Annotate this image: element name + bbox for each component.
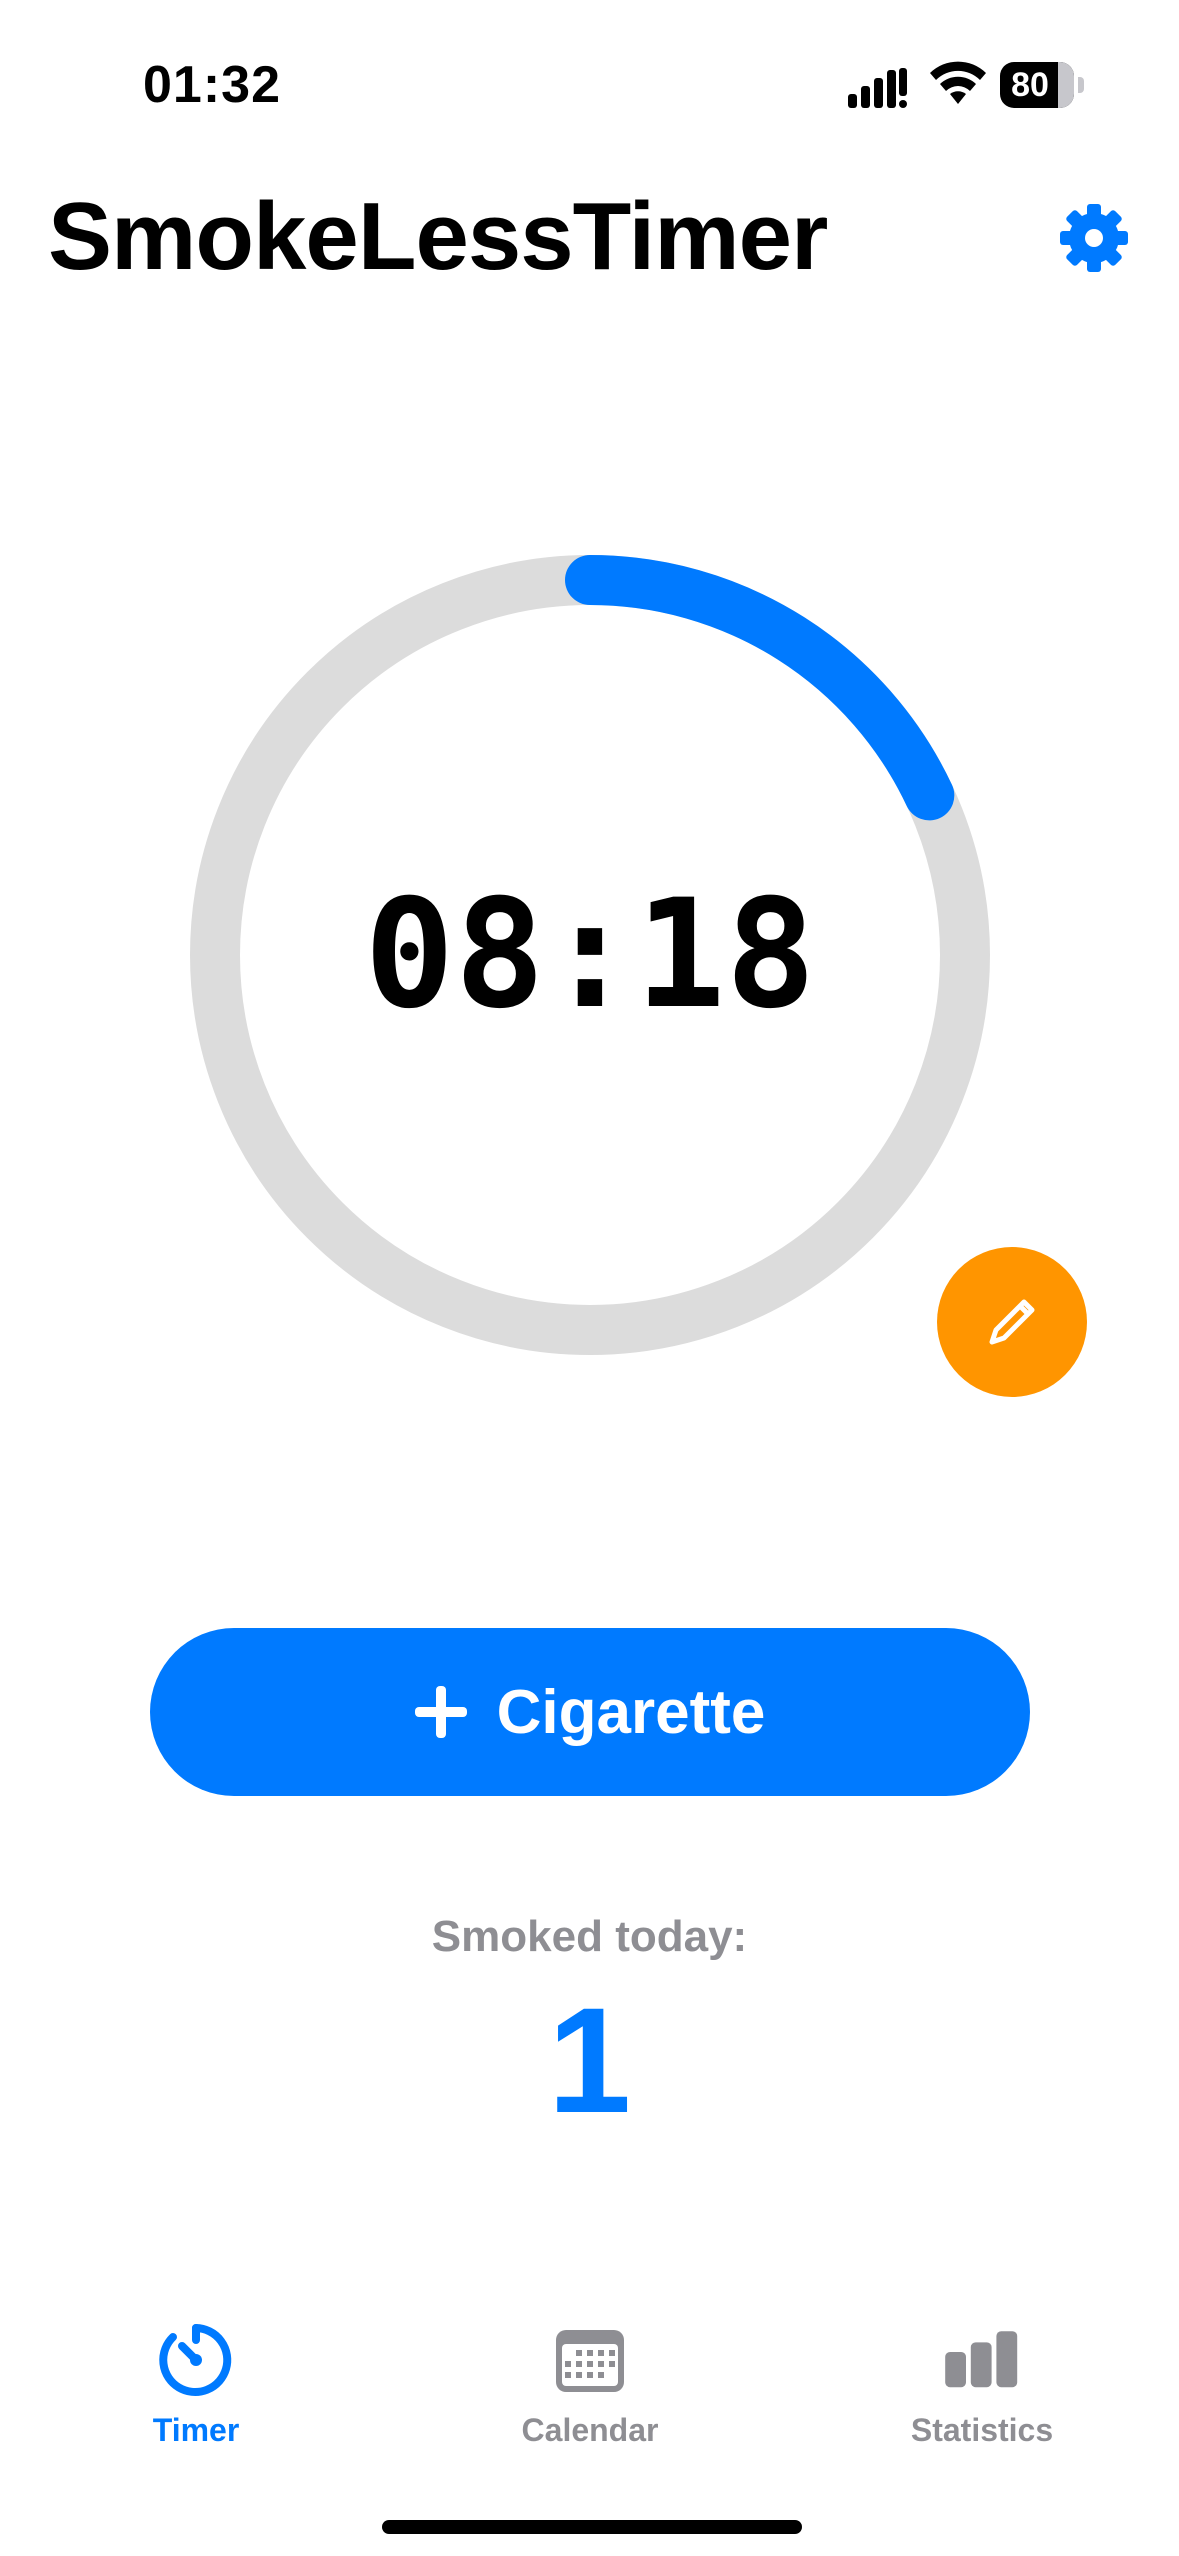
tab-statistics[interactable]: Statistics xyxy=(872,2320,1092,2470)
timer-icon xyxy=(159,2324,232,2396)
smoked-today-label: Smoked today: xyxy=(431,1912,748,1961)
tab-timer-label: Timer xyxy=(152,2412,240,2448)
settings-button[interactable] xyxy=(1058,202,1130,274)
gear-icon xyxy=(1060,204,1128,272)
tab-calendar-label: Calendar xyxy=(521,2412,659,2448)
status-time: 01:32 xyxy=(143,56,281,114)
pencil-icon xyxy=(989,1299,1035,1345)
calendar-icon xyxy=(556,2330,624,2392)
tab-statistics-label: Statistics xyxy=(910,2412,1054,2448)
wifi-icon xyxy=(930,61,986,104)
cellular-signal-icon xyxy=(848,68,907,108)
battery-level: 80 xyxy=(1011,66,1049,104)
timer-display: 08:18 xyxy=(364,868,816,1042)
tab-calendar[interactable]: Calendar xyxy=(480,2320,700,2470)
home-indicator xyxy=(382,2520,802,2534)
bar-chart-icon xyxy=(945,2331,1018,2388)
add-cigarette-button[interactable]: Cigarette xyxy=(150,1628,1030,1796)
edit-timer-button[interactable] xyxy=(937,1247,1087,1397)
page-title: SmokeLessTimer xyxy=(48,183,828,290)
tab-timer[interactable]: Timer xyxy=(86,2320,306,2470)
add-cigarette-label: Cigarette xyxy=(496,1677,766,1747)
plus-icon xyxy=(414,1686,467,1738)
smoked-today-count: 1 xyxy=(547,1976,632,2144)
battery-icon: 80 xyxy=(1000,62,1085,110)
